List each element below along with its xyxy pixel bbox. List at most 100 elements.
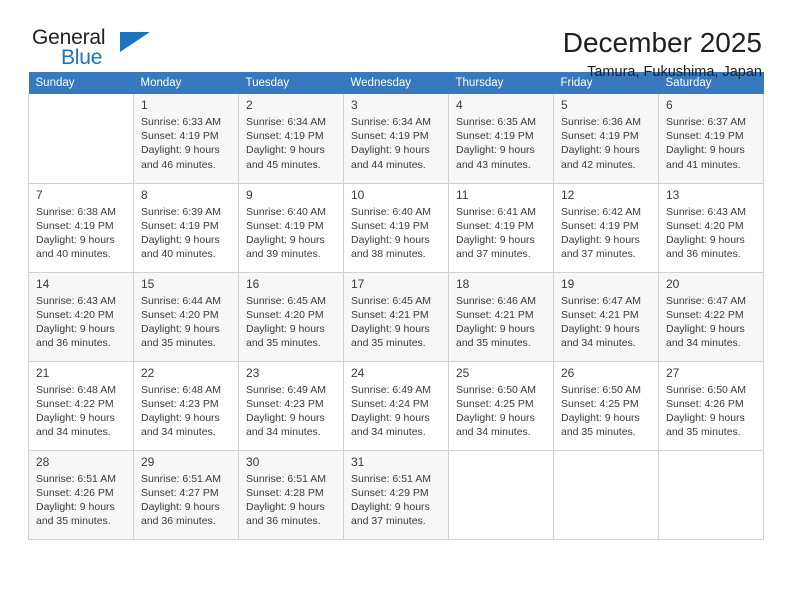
general-blue-logo[interactable]: General Blue xyxy=(28,26,158,74)
calendar-day-cell[interactable]: 26 Sunrise: 6:50 AM Sunset: 4:25 PM Dayligh… xyxy=(553,361,659,451)
sunset-text: Sunset: 4:19 PM xyxy=(36,219,114,232)
day-details: Sunrise: 6:47 AM Sunset: 4:22 PM Daylight:… xyxy=(659,293,763,351)
calendar-day-cell[interactable]: 24 Sunrise: 6:49 AM Sunset: 4:24 PM Dayligh… xyxy=(343,361,449,451)
calendar-day-cell[interactable]: 13 Sunrise: 6:43 AM Sunset: 4:20 PM Dayligh… xyxy=(658,183,764,273)
day-number: 7 xyxy=(36,187,43,202)
sunrise-text: Sunrise: 6:48 AM xyxy=(141,383,221,396)
sunset-text: Sunset: 4:21 PM xyxy=(561,308,639,321)
day-details: Sunrise: 6:43 AM Sunset: 4:20 PM Daylight:… xyxy=(29,293,133,351)
daylight-text-line1: Daylight: 9 hours xyxy=(666,233,745,246)
day-number: 31 xyxy=(351,454,365,469)
sunset-text: Sunset: 4:21 PM xyxy=(351,308,429,321)
calendar-day-cell[interactable]: 28 Sunrise: 6:51 AM Sunset: 4:26 PM Dayligh… xyxy=(28,450,134,540)
daylight-text-line2: and 34 minutes. xyxy=(351,426,426,439)
calendar-day-cell[interactable]: 18 Sunrise: 6:46 AM Sunset: 4:21 PM Dayligh… xyxy=(448,272,554,362)
day-number: 28 xyxy=(36,454,50,469)
calendar-day-cell[interactable]: 5 Sunrise: 6:36 AM Sunset: 4:19 PM Daylight… xyxy=(553,94,659,184)
day-details: Sunrise: 6:48 AM Sunset: 4:22 PM Daylight:… xyxy=(29,382,133,440)
sunrise-text: Sunrise: 6:44 AM xyxy=(141,294,221,307)
sunrise-text: Sunrise: 6:43 AM xyxy=(666,205,746,218)
calendar-day-cell[interactable]: 9 Sunrise: 6:40 AM Sunset: 4:19 PM Daylight… xyxy=(238,183,344,273)
calendar-day-cell[interactable]: 22 Sunrise: 6:48 AM Sunset: 4:23 PM Dayligh… xyxy=(133,361,239,451)
page-subtitle: Tamura, Fukushima, Japan xyxy=(587,64,762,80)
calendar-day-cell[interactable]: 12 Sunrise: 6:42 AM Sunset: 4:19 PM Dayligh… xyxy=(553,183,659,273)
calendar-week-row: 21 Sunrise: 6:48 AM Sunset: 4:22 PM Dayligh… xyxy=(28,361,764,451)
daylight-text-line1: Daylight: 9 hours xyxy=(141,144,220,157)
sunset-text: Sunset: 4:23 PM xyxy=(141,397,219,410)
day-number: 23 xyxy=(246,365,260,380)
daylight-text-line2: and 35 minutes. xyxy=(36,515,111,528)
calendar-day-cell[interactable]: 27 Sunrise: 6:50 AM Sunset: 4:26 PM Dayligh… xyxy=(658,361,764,451)
daylight-text-line2: and 44 minutes. xyxy=(351,158,426,171)
daylight-text-line2: and 37 minutes. xyxy=(351,515,426,528)
sunrise-text: Sunrise: 6:51 AM xyxy=(141,472,221,485)
calendar-day-cell[interactable]: 15 Sunrise: 6:44 AM Sunset: 4:20 PM Dayligh… xyxy=(133,272,239,362)
calendar-day-cell[interactable]: 14 Sunrise: 6:43 AM Sunset: 4:20 PM Dayligh… xyxy=(28,272,134,362)
daylight-text-line2: and 40 minutes. xyxy=(141,248,216,261)
calendar-day-cell[interactable]: 1 Sunrise: 6:33 AM Sunset: 4:19 PM Daylight… xyxy=(133,94,239,184)
day-number: 16 xyxy=(246,276,260,291)
day-details: Sunrise: 6:41 AM Sunset: 4:19 PM Daylight:… xyxy=(449,204,553,262)
sunrise-text: Sunrise: 6:51 AM xyxy=(351,472,431,485)
calendar-day-cell[interactable]: 31 Sunrise: 6:51 AM Sunset: 4:29 PM Dayligh… xyxy=(343,450,449,540)
daylight-text-line1: Daylight: 9 hours xyxy=(351,144,430,157)
calendar-day-cell[interactable]: 10 Sunrise: 6:40 AM Sunset: 4:19 PM Dayligh… xyxy=(343,183,449,273)
sunrise-text: Sunrise: 6:51 AM xyxy=(246,472,326,485)
day-details: Sunrise: 6:38 AM Sunset: 4:19 PM Daylight:… xyxy=(29,204,133,262)
calendar-cell-empty xyxy=(448,450,554,540)
day-number: 15 xyxy=(141,276,155,291)
sunrise-text: Sunrise: 6:47 AM xyxy=(561,294,641,307)
calendar-day-cell[interactable]: 21 Sunrise: 6:48 AM Sunset: 4:22 PM Dayligh… xyxy=(28,361,134,451)
day-details: Sunrise: 6:51 AM Sunset: 4:28 PM Daylight:… xyxy=(239,471,343,529)
daylight-text-line2: and 46 minutes. xyxy=(141,158,216,171)
calendar-day-cell[interactable]: 19 Sunrise: 6:47 AM Sunset: 4:21 PM Dayligh… xyxy=(553,272,659,362)
calendar-day-cell[interactable]: 3 Sunrise: 6:34 AM Sunset: 4:19 PM Daylight… xyxy=(343,94,449,184)
calendar-day-cell[interactable]: 23 Sunrise: 6:49 AM Sunset: 4:23 PM Dayligh… xyxy=(238,361,344,451)
sunset-text: Sunset: 4:28 PM xyxy=(246,486,324,499)
daylight-text-line1: Daylight: 9 hours xyxy=(456,144,535,157)
calendar-day-cell[interactable]: 16 Sunrise: 6:45 AM Sunset: 4:20 PM Dayligh… xyxy=(238,272,344,362)
day-details: Sunrise: 6:49 AM Sunset: 4:24 PM Daylight:… xyxy=(344,382,448,440)
day-number: 22 xyxy=(141,365,155,380)
daylight-text-line2: and 37 minutes. xyxy=(561,248,636,261)
calendar-day-cell[interactable]: 11 Sunrise: 6:41 AM Sunset: 4:19 PM Dayligh… xyxy=(448,183,554,273)
calendar-day-cell[interactable]: 20 Sunrise: 6:47 AM Sunset: 4:22 PM Dayligh… xyxy=(658,272,764,362)
calendar-day-cell[interactable]: 30 Sunrise: 6:51 AM Sunset: 4:28 PM Dayligh… xyxy=(238,450,344,540)
daylight-text-line2: and 35 minutes. xyxy=(246,337,321,350)
calendar-day-cell[interactable]: 17 Sunrise: 6:45 AM Sunset: 4:21 PM Dayligh… xyxy=(343,272,449,362)
day-number: 20 xyxy=(666,276,680,291)
sunset-text: Sunset: 4:22 PM xyxy=(666,308,744,321)
calendar-day-cell[interactable]: 8 Sunrise: 6:39 AM Sunset: 4:19 PM Daylight… xyxy=(133,183,239,273)
calendar-day-cell[interactable]: 25 Sunrise: 6:50 AM Sunset: 4:25 PM Dayligh… xyxy=(448,361,554,451)
daylight-text-line2: and 38 minutes. xyxy=(351,248,426,261)
daylight-text-line2: and 42 minutes. xyxy=(561,158,636,171)
sunset-text: Sunset: 4:20 PM xyxy=(141,308,219,321)
daylight-text-line1: Daylight: 9 hours xyxy=(561,411,640,424)
calendar-day-cell[interactable]: 29 Sunrise: 6:51 AM Sunset: 4:27 PM Dayligh… xyxy=(133,450,239,540)
sunset-text: Sunset: 4:19 PM xyxy=(666,130,744,143)
page-title: December 2025 xyxy=(562,27,762,58)
calendar-day-cell[interactable]: 6 Sunrise: 6:37 AM Sunset: 4:19 PM Daylight… xyxy=(658,94,764,184)
daylight-text-line1: Daylight: 9 hours xyxy=(246,322,325,335)
sunrise-text: Sunrise: 6:38 AM xyxy=(36,205,116,218)
sunrise-text: Sunrise: 6:45 AM xyxy=(351,294,431,307)
day-number: 17 xyxy=(351,276,365,291)
sunset-text: Sunset: 4:24 PM xyxy=(351,397,429,410)
calendar-day-cell[interactable]: 4 Sunrise: 6:35 AM Sunset: 4:19 PM Daylight… xyxy=(448,94,554,184)
calendar-week-row: 1 Sunrise: 6:33 AM Sunset: 4:19 PM Daylight… xyxy=(28,94,764,184)
sunset-text: Sunset: 4:20 PM xyxy=(666,219,744,232)
sunrise-text: Sunrise: 6:49 AM xyxy=(351,383,431,396)
day-details: Sunrise: 6:46 AM Sunset: 4:21 PM Daylight:… xyxy=(449,293,553,351)
sunrise-text: Sunrise: 6:34 AM xyxy=(351,116,431,128)
daylight-text-line2: and 34 minutes. xyxy=(456,426,531,439)
day-details: Sunrise: 6:45 AM Sunset: 4:20 PM Daylight:… xyxy=(239,293,343,351)
day-number: 11 xyxy=(456,187,469,202)
sunrise-sunset-calendar: Sunday Monday Tuesday Wednesday Thursday… xyxy=(28,72,764,540)
daylight-text-line1: Daylight: 9 hours xyxy=(36,322,115,335)
day-details: Sunrise: 6:40 AM Sunset: 4:19 PM Daylight:… xyxy=(239,204,343,262)
calendar-day-cell[interactable]: 2 Sunrise: 6:34 AM Sunset: 4:19 PM Daylight… xyxy=(238,94,344,184)
day-number: 30 xyxy=(246,454,260,469)
day-number: 6 xyxy=(666,98,673,112)
day-details: Sunrise: 6:51 AM Sunset: 4:29 PM Daylight:… xyxy=(344,471,448,529)
calendar-day-cell[interactable]: 7 Sunrise: 6:38 AM Sunset: 4:19 PM Daylight… xyxy=(28,183,134,273)
